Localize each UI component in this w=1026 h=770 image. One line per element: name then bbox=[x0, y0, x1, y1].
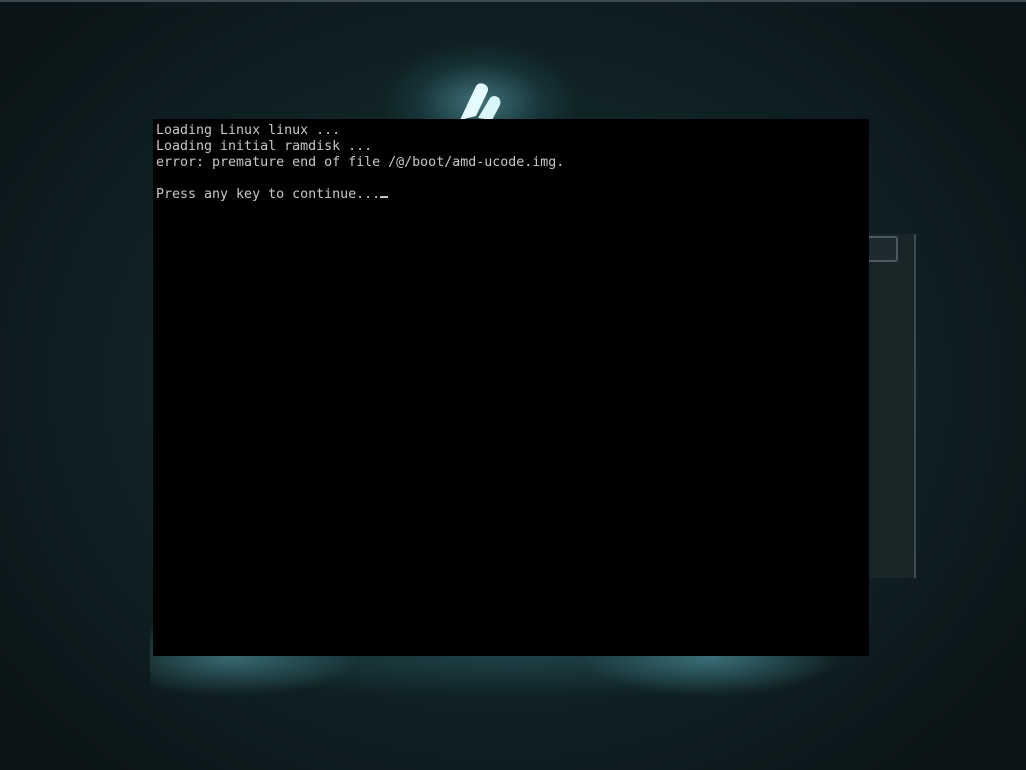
console-prompt-line: Press any key to continue... bbox=[156, 187, 389, 203]
boot-screen: Loading Linux linux ... Loading initial … bbox=[0, 0, 1026, 770]
text-cursor-icon bbox=[380, 196, 389, 198]
background-panel-button bbox=[868, 236, 898, 262]
background-side-panel bbox=[868, 234, 916, 578]
console-line-2: Loading initial ramdisk ... bbox=[156, 139, 373, 154]
console-prompt-text: Press any key to continue... bbox=[156, 187, 381, 202]
console-line-error: error: premature end of file /@/boot/amd… bbox=[156, 155, 565, 170]
boot-console[interactable]: Loading Linux linux ... Loading initial … bbox=[153, 119, 869, 656]
console-line-1: Loading Linux linux ... bbox=[156, 123, 341, 138]
